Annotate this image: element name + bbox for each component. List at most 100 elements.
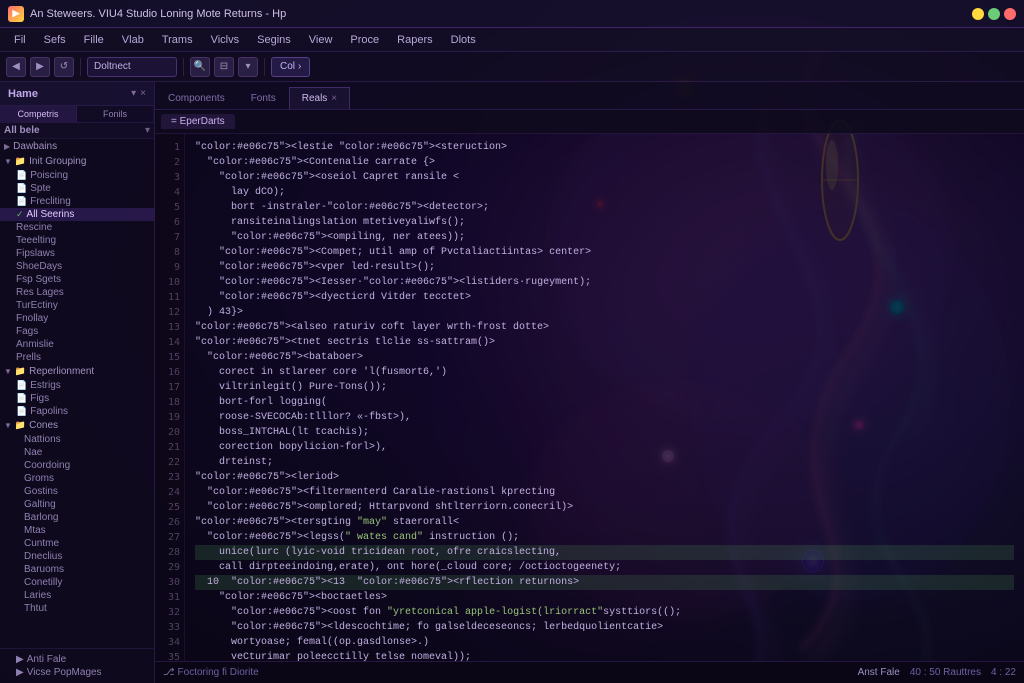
code-line: corection bopylicion-forl>), — [195, 440, 1014, 455]
tab-close-reals[interactable]: × — [331, 93, 337, 104]
code-line: "color:#e06c75"><tersgting "may" staeror… — [195, 515, 1014, 530]
sidebar-header: Hame ▾ × — [0, 82, 154, 106]
menu-proce[interactable]: Proce — [342, 32, 387, 48]
search-button[interactable]: 🔍 — [190, 57, 210, 77]
menu-dlots[interactable]: Dlots — [443, 32, 484, 48]
back-button[interactable]: ◀ — [6, 57, 26, 77]
sidebar-item-vicse-popmages[interactable]: ▶ Vicse PopMages — [0, 666, 154, 679]
code-line: "color:#e06c75"><ompiling, ner atees)); — [195, 230, 1014, 245]
sidebar-item-conetilly[interactable]: Conetilly — [0, 576, 154, 589]
sidebar-item-mtas[interactable]: Mtas — [0, 524, 154, 537]
status-position: 4 : 22 — [991, 667, 1016, 678]
code-line: "color:#e06c75"><boctaetles> — [195, 590, 1014, 605]
sidebar-close-btn[interactable]: × — [140, 88, 146, 99]
menu-fil[interactable]: Fil — [6, 32, 34, 48]
window-controls — [972, 8, 1016, 20]
sidebar-item-poiscing[interactable]: 📄 Poiscing — [0, 169, 154, 182]
menu-sefs[interactable]: Sefs — [36, 32, 74, 48]
sidebar-item-thtut[interactable]: Thtut — [0, 602, 154, 615]
menu-vlab[interactable]: Vlab — [114, 32, 152, 48]
sidebar-item-baruoms[interactable]: Baruoms — [0, 563, 154, 576]
sidebar-item-anti-fale[interactable]: ▶ Anti Fale — [0, 653, 154, 666]
sidebar-item-fnollay[interactable]: Fnollay — [0, 312, 154, 325]
dropdown-button[interactable]: ▾ — [238, 57, 258, 77]
code-line: "color:#e06c75"><leriod> — [195, 470, 1014, 485]
code-line: veCturimar poleecctilly telse nomeval)); — [195, 650, 1014, 661]
sidebar-section-dawbains[interactable]: ▶ Dawbains — [0, 139, 154, 154]
sidebar-item-rescine[interactable]: Rescine — [0, 221, 154, 234]
sidebar-item-figs[interactable]: 📄 Figs — [0, 392, 154, 405]
code-line: "color:#e06c75"><lestie "color:#e06c75">… — [195, 140, 1014, 155]
menu-trams[interactable]: Trams — [154, 32, 201, 48]
tab-bar: Components Fonts Reals × — [155, 82, 1024, 110]
section-dropdown[interactable]: ▾ — [145, 125, 150, 136]
menu-segins[interactable]: Segins — [249, 32, 299, 48]
code-line: ransiteinalingslation mtetiveyaliwfs(); — [195, 215, 1014, 230]
sidebar-tab-competris[interactable]: Competris — [0, 106, 77, 122]
col-arrow: › — [298, 61, 301, 72]
minimize-button[interactable] — [972, 8, 984, 20]
menu-bar: Fil Sefs Fille Vlab Trams Viclvs Segins … — [0, 28, 1024, 52]
sidebar-item-fags[interactable]: Fags — [0, 325, 154, 338]
menu-rapers[interactable]: Rapers — [389, 32, 440, 48]
maximize-button[interactable] — [988, 8, 1000, 20]
sidebar-section-init[interactable]: ▼ 📁 Init Grouping — [0, 154, 154, 169]
sidebar-item-anmislie[interactable]: Anmislie — [0, 338, 154, 351]
menu-viclvs[interactable]: Viclvs — [203, 32, 248, 48]
tab-fonts[interactable]: Fonts — [238, 87, 289, 109]
code-line: call dirpteeindoing,erate), ont hore(_cl… — [195, 560, 1014, 575]
sidebar-item-frecliting[interactable]: 📄 Frecliting — [0, 195, 154, 208]
col-badge[interactable]: Col › — [271, 57, 310, 77]
init-label: Init Grouping — [29, 156, 86, 167]
sidebar-item-teeelting[interactable]: Teeelting — [0, 234, 154, 247]
code-line: 10 "color:#e06c75"><13 "color:#e06c75"><… — [195, 575, 1014, 590]
sidebar-item-prells[interactable]: Prells — [0, 351, 154, 364]
sidebar-expand-btn[interactable]: ▾ — [131, 88, 136, 99]
sidebar-item-galting[interactable]: Galting — [0, 498, 154, 511]
connection-input[interactable] — [87, 57, 177, 77]
sidebar-item-estrigs[interactable]: 📄 Estrigs — [0, 379, 154, 392]
window-title: An Steweers. VIU4 Studio Loning Mote Ret… — [30, 8, 286, 20]
code-line: "color:#e06c75"><alseo raturiv coft laye… — [195, 320, 1014, 335]
reper-label: Reperlionment — [29, 366, 94, 377]
sidebar-item-fipslaws[interactable]: Fipslaws — [0, 247, 154, 260]
sidebar-item-res-lages[interactable]: Res Lages — [0, 286, 154, 299]
sidebar-item-shoedays[interactable]: ShoeDays — [0, 260, 154, 273]
sec-tab-eperDarts[interactable]: = EperDarts — [161, 114, 235, 129]
code-line: bort -instraler-"color:#e06c75"><detecto… — [195, 200, 1014, 215]
sidebar-item-nattions[interactable]: Nattions — [0, 433, 154, 446]
status-line-info: 40 : 50 Rauttres — [910, 667, 981, 678]
code-editor[interactable]: "color:#e06c75"><lestie "color:#e06c75">… — [185, 134, 1024, 661]
sidebar-item-barlong[interactable]: Barlong — [0, 511, 154, 524]
menu-fille[interactable]: Fille — [76, 32, 112, 48]
sidebar-tab-fonils[interactable]: Fonils — [77, 106, 154, 122]
view-toggle-button[interactable]: ⊟ — [214, 57, 234, 77]
toolbar-separator-2 — [183, 58, 184, 76]
tab-components[interactable]: Components — [155, 87, 238, 109]
code-line: corect in stlareer core 'l(fusmort6,') — [195, 365, 1014, 380]
title-bar: ▶ An Steweers. VIU4 Studio Loning Mote R… — [0, 0, 1024, 28]
sidebar-item-laries[interactable]: Laries — [0, 589, 154, 602]
sidebar-item-fsp-sgets[interactable]: Fsp Sgets — [0, 273, 154, 286]
sidebar-section-reperlionment[interactable]: ▼ 📁 Reperlionment — [0, 364, 154, 379]
tab-reals[interactable]: Reals × — [289, 87, 350, 109]
sidebar-item-coordoing[interactable]: Coordoing — [0, 459, 154, 472]
menu-view[interactable]: View — [301, 32, 341, 48]
status-bar: ⎇ Foctoring fi Diorite Anst Fale 40 : 50… — [155, 661, 1024, 683]
sidebar-item-fapolins[interactable]: 📄 Fapolins — [0, 405, 154, 418]
code-line: "color:#e06c75"><oseiol Capret ransile < — [195, 170, 1014, 185]
sidebar-item-all-seerins[interactable]: ✓ All Seerins — [0, 208, 154, 221]
sidebar-item-nae[interactable]: Nae — [0, 446, 154, 459]
code-line: wortyoase; femal((op.gasdlonse>.) — [195, 635, 1014, 650]
sidebar-item-cuntme[interactable]: Cuntme — [0, 537, 154, 550]
sidebar-item-spte[interactable]: 📄 Spte — [0, 182, 154, 195]
refresh-button[interactable]: ↺ — [54, 57, 74, 77]
code-line: "color:#e06c75"><dyecticrd Vitder teccte… — [195, 290, 1014, 305]
sidebar-item-gostins[interactable]: Gostins — [0, 485, 154, 498]
sidebar-item-dneclius[interactable]: Dneclius — [0, 550, 154, 563]
sidebar-item-groms[interactable]: Groms — [0, 472, 154, 485]
close-button[interactable] — [1004, 8, 1016, 20]
sidebar-section-cones[interactable]: ▼ 📁 Cones — [0, 418, 154, 433]
forward-button[interactable]: ▶ — [30, 57, 50, 77]
sidebar-item-turectiny[interactable]: TurEctiny — [0, 299, 154, 312]
